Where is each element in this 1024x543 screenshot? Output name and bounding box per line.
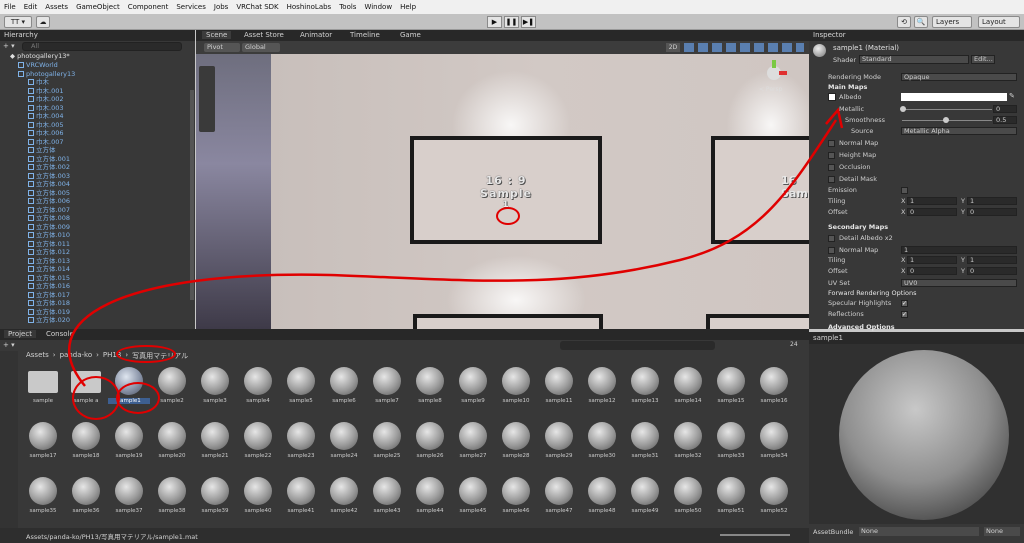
annotation-arrow xyxy=(67,107,844,387)
